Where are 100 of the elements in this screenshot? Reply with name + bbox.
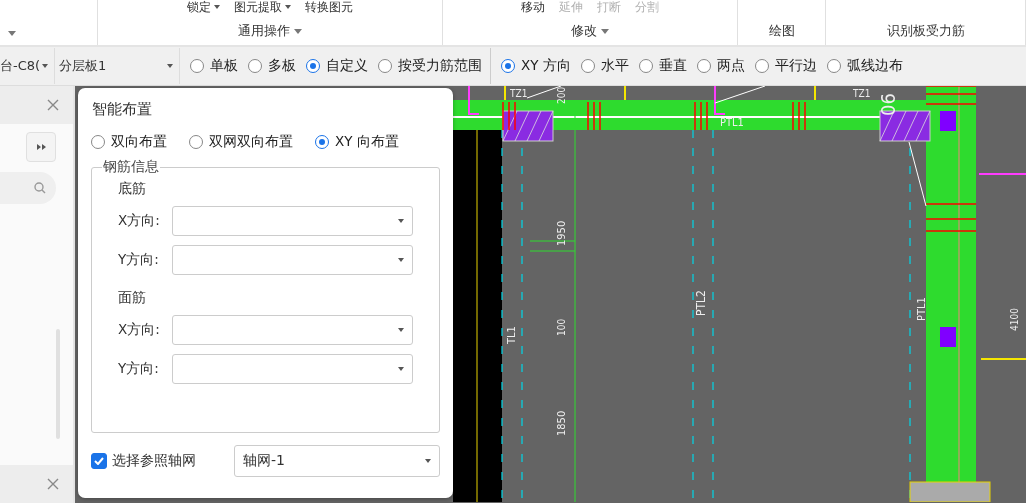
- drawing-label: 06: [876, 93, 900, 116]
- radio-button[interactable]: [190, 59, 204, 73]
- close-icon[interactable]: [47, 99, 59, 111]
- caret-icon: [398, 328, 404, 332]
- radio-option[interactable]: 双网双向布置: [189, 133, 293, 151]
- ribbon-tool-button[interactable]: 转换图元: [305, 0, 353, 14]
- caret-icon: [294, 28, 302, 34]
- grid-line: [980, 358, 1026, 360]
- column-marker: [940, 327, 956, 347]
- checkbox[interactable]: [91, 453, 107, 469]
- caret-icon: [285, 5, 291, 9]
- rebar-mark: [599, 101, 601, 131]
- ribbon-group-label: 绘图: [768, 22, 795, 40]
- rebar-mark: [593, 101, 595, 131]
- radio-button[interactable]: [638, 59, 653, 73]
- drawing-label: 100: [556, 318, 567, 336]
- rebar-mark: [925, 230, 977, 232]
- leader-line: [714, 86, 766, 104]
- axis-grid-select[interactable]: 轴网-1: [234, 445, 440, 477]
- ribbon-tool-button[interactable]: 锁定: [187, 0, 220, 14]
- grid-line: [504, 86, 506, 101]
- grid-line: [714, 86, 726, 115]
- search-field[interactable]: [0, 172, 56, 204]
- radio-button[interactable]: [826, 59, 841, 73]
- rebar-mark: [925, 86, 977, 87]
- caret-icon: [398, 258, 404, 262]
- select-field[interactable]: [172, 206, 413, 236]
- ribbon-group-label: 通用操作: [238, 22, 302, 40]
- radio-button[interactable]: [501, 59, 515, 73]
- expand-button[interactable]: [26, 132, 56, 162]
- toolbar-dropdown[interactable]: 台-C8(: [0, 48, 55, 84]
- radio-option[interactable]: 按受力筋范围: [378, 57, 482, 75]
- toolbar-dropdown[interactable]: 分层板1: [55, 48, 180, 84]
- drawing-label: PTL1: [915, 297, 928, 321]
- search-icon: [34, 182, 46, 194]
- radio-option[interactable]: 平行边: [754, 57, 817, 75]
- radio-button[interactable]: [315, 135, 329, 149]
- radio-button[interactable]: [378, 59, 392, 73]
- rebar-mark: [925, 93, 977, 95]
- radio-button[interactable]: [754, 59, 769, 73]
- radio-option[interactable]: 单板: [190, 57, 238, 75]
- drawing-label: PTL1: [720, 116, 744, 129]
- caret-icon: [167, 64, 173, 68]
- select-field[interactable]: [172, 354, 413, 384]
- checkbox-option[interactable]: 选择参照轴网: [91, 452, 216, 470]
- caret-icon: [398, 367, 404, 371]
- radio-option[interactable]: 垂直: [638, 57, 687, 75]
- drawing-label: 4100: [1009, 308, 1020, 331]
- caret-icon: [398, 219, 404, 223]
- radio-button[interactable]: [248, 59, 262, 73]
- grid-line: [814, 86, 816, 101]
- section-title: 面筋: [118, 289, 147, 307]
- ribbon-tool-button[interactable]: 图元提取: [234, 0, 291, 14]
- radio-option[interactable]: 自定义: [306, 57, 368, 75]
- grid-line: [624, 86, 626, 101]
- drawing-label: 1950: [555, 220, 568, 246]
- ribbon-tool-button[interactable]: 移动: [521, 0, 545, 14]
- ribbon-group-label: 修改: [571, 22, 609, 40]
- drawing-label: TZ1: [853, 88, 871, 99]
- rebar-mark: [694, 101, 696, 131]
- caret-icon: [42, 64, 48, 68]
- rebar-mark: [925, 203, 977, 205]
- radio-button[interactable]: [189, 135, 203, 149]
- grid-line: [978, 173, 1026, 175]
- field-label: X方向:: [118, 321, 161, 339]
- close-icon[interactable]: [47, 478, 59, 490]
- drawing-label: 1850: [555, 410, 568, 436]
- radio-option[interactable]: XY 向布置: [315, 133, 399, 151]
- select-field[interactable]: [172, 245, 413, 275]
- drawing-label: TL1: [505, 326, 518, 344]
- rebar-mark: [700, 101, 702, 131]
- radio-option[interactable]: 多板: [248, 57, 296, 75]
- drawing-label: PTL2: [694, 290, 708, 316]
- radio-option[interactable]: 弧线边布: [826, 57, 903, 75]
- radio-button[interactable]: [306, 59, 320, 73]
- rebar-mark: [925, 218, 977, 220]
- dialog-title: 智能布置: [92, 100, 153, 119]
- rebar-mark: [798, 101, 800, 131]
- section-title: 底筋: [118, 180, 147, 198]
- radio-option[interactable]: XY 方向: [501, 57, 571, 75]
- radio-button[interactable]: [580, 59, 595, 73]
- rebar-mark: [502, 101, 504, 131]
- drawing-label: TZ1: [510, 88, 528, 99]
- rebar-mark: [508, 101, 510, 131]
- field-label: Y方向:: [118, 360, 160, 378]
- select-field[interactable]: [172, 315, 413, 345]
- group-title: 钢筋信息: [102, 158, 160, 176]
- ribbon-group-label: 识别板受力筋: [886, 22, 965, 40]
- radio-button[interactable]: [696, 59, 711, 73]
- radio-option[interactable]: 两点: [696, 57, 745, 75]
- check-icon: [94, 457, 104, 465]
- rebar-mark: [514, 101, 516, 131]
- radio-option[interactable]: 水平: [580, 57, 629, 75]
- rebar-mark: [925, 103, 977, 105]
- caret-icon: [425, 459, 431, 463]
- radio-button[interactable]: [91, 135, 105, 149]
- double-arrow-icon: [36, 144, 46, 150]
- radio-option[interactable]: 双向布置: [91, 133, 167, 151]
- rebar-mark: [804, 101, 806, 131]
- caret-icon: [214, 5, 220, 9]
